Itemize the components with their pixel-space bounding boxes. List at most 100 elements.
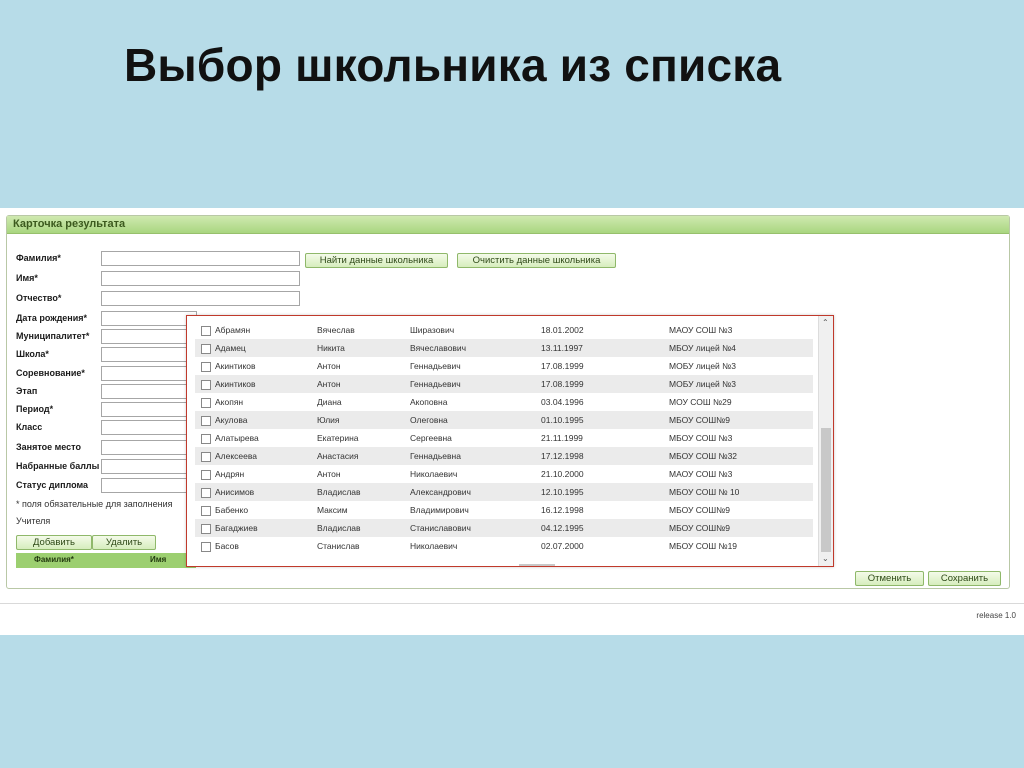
student-cell: МБОУ СОШ№9 bbox=[669, 523, 730, 533]
grid-column-name[interactable]: Имя bbox=[150, 555, 166, 564]
scrollbar-thumb[interactable] bbox=[821, 428, 831, 552]
student-cell: Владимирович bbox=[410, 505, 469, 515]
student-row[interactable]: Басов Станислав Николаевич 02.07.2000 МБОУ С… bbox=[195, 537, 813, 555]
horizontal-scrollbar-thumb[interactable] bbox=[519, 564, 555, 566]
save-button[interactable]: Сохранить bbox=[928, 571, 1001, 586]
vertical-scrollbar[interactable]: ⌃ ⌄ bbox=[818, 316, 833, 566]
student-cell: Ширазович bbox=[410, 325, 455, 335]
student-cell: 02.07.2000 bbox=[541, 541, 584, 551]
card-header: Карточка результата bbox=[7, 216, 1009, 234]
row-checkbox[interactable] bbox=[201, 470, 211, 480]
student-cell: Геннадьевич bbox=[410, 361, 461, 371]
student-cell: Николаевич bbox=[410, 541, 458, 551]
row-checkbox[interactable] bbox=[201, 434, 211, 444]
row-checkbox[interactable] bbox=[201, 416, 211, 426]
row-checkbox[interactable] bbox=[201, 344, 211, 354]
field-input[interactable] bbox=[101, 440, 197, 455]
student-row[interactable]: Алатырева Екатерина Сергеевна 21.11.1999 МБО… bbox=[195, 429, 813, 447]
field-input[interactable] bbox=[101, 366, 197, 381]
row-checkbox[interactable] bbox=[201, 362, 211, 372]
field-input[interactable] bbox=[101, 459, 197, 474]
field-label: Муниципалитет* bbox=[16, 331, 90, 341]
field-input[interactable] bbox=[101, 347, 197, 362]
row-checkbox[interactable] bbox=[201, 380, 211, 390]
field-label: Класс bbox=[16, 422, 43, 432]
student-cell: 01.10.1995 bbox=[541, 415, 584, 425]
student-cell: МБОУ СОШ №19 bbox=[669, 541, 738, 551]
add-teacher-button[interactable]: Добавить bbox=[16, 535, 92, 550]
find-student-button[interactable]: Найти данные школьника bbox=[305, 253, 448, 268]
student-cell: Акопян bbox=[215, 397, 244, 407]
student-cell: Вячеслав bbox=[317, 325, 355, 335]
delete-teacher-button[interactable]: Удалить bbox=[92, 535, 156, 550]
student-list-popup: Абрамян Вячеслав Ширазович 18.01.2002 МАОУ С… bbox=[186, 315, 834, 567]
student-cell: Акоповна bbox=[410, 397, 448, 407]
student-cell: Акинтиков bbox=[215, 361, 256, 371]
field-input[interactable] bbox=[101, 478, 197, 493]
student-cell: Никита bbox=[317, 343, 345, 353]
student-cell: МБОУ лицей №4 bbox=[669, 343, 736, 353]
student-row[interactable]: Багаджиев Владислав Станиславович 04.12.199… bbox=[195, 519, 813, 537]
row-checkbox[interactable] bbox=[201, 506, 211, 516]
student-row[interactable]: Андрян Антон Николаевич 21.10.2000 МАОУ СОШ … bbox=[195, 465, 813, 483]
student-row[interactable]: Акопян Диана Акоповна 03.04.1996 МОУ СОШ №29 bbox=[195, 393, 813, 411]
student-cell: 16.12.1998 bbox=[541, 505, 584, 515]
student-row[interactable]: Анисимов Владислав Александрович 12.10.1995… bbox=[195, 483, 813, 501]
clear-student-button[interactable]: Очистить данные школьника bbox=[457, 253, 616, 268]
student-row[interactable]: Акинтиков Антон Геннадьевич 17.08.1999 МОБУ … bbox=[195, 357, 813, 375]
grid-column-surname[interactable]: Фамилия* bbox=[34, 555, 74, 564]
student-row[interactable]: Акулова Юлия Олеговна 01.10.1995 МБОУ СОШ№9 bbox=[195, 411, 813, 429]
student-row[interactable]: Абрамян Вячеслав Ширазович 18.01.2002 МАОУ С… bbox=[195, 321, 813, 339]
field-input[interactable] bbox=[101, 420, 197, 435]
student-cell: Акулова bbox=[215, 415, 248, 425]
student-row[interactable]: Адамец Никита Вячеславович 13.11.1997 МБОУ л… bbox=[195, 339, 813, 357]
student-row[interactable]: Акинтиков Антон Геннадьевич 17.08.1999 МОБУ … bbox=[195, 375, 813, 393]
student-cell: Александрович bbox=[410, 487, 471, 497]
teachers-label: Учителя bbox=[16, 516, 51, 526]
row-checkbox[interactable] bbox=[201, 488, 211, 498]
student-cell: Владислав bbox=[317, 523, 361, 533]
student-cell: Станиславович bbox=[410, 523, 471, 533]
field-input[interactable] bbox=[101, 251, 300, 266]
student-cell: 13.11.1997 bbox=[541, 343, 583, 353]
student-cell: Андрян bbox=[215, 469, 245, 479]
field-label: Занятое место bbox=[16, 442, 81, 452]
student-cell: 04.12.1995 bbox=[541, 523, 584, 533]
field-label: Дата рождения* bbox=[16, 313, 88, 323]
teachers-grid-header: Фамилия* Имя bbox=[16, 553, 196, 568]
row-checkbox[interactable] bbox=[201, 524, 211, 534]
field-label: Этап bbox=[16, 386, 38, 396]
scroll-down-icon[interactable]: ⌄ bbox=[822, 554, 829, 563]
row-checkbox[interactable] bbox=[201, 398, 211, 408]
student-cell: Анастасия bbox=[317, 451, 359, 461]
field-input[interactable] bbox=[101, 384, 197, 399]
cancel-button[interactable]: Отменить bbox=[855, 571, 924, 586]
student-cell: МБОУ СОШ№9 bbox=[669, 415, 730, 425]
slide-title: Выбор школьника из списка bbox=[124, 39, 782, 91]
field-label: Соревнование* bbox=[16, 368, 85, 378]
field-input[interactable] bbox=[101, 402, 197, 417]
student-cell: МОБУ лицей №3 bbox=[669, 361, 736, 371]
field-input[interactable] bbox=[101, 311, 197, 326]
student-cell: Геннадьевна bbox=[410, 451, 461, 461]
field-label: Отчество* bbox=[16, 293, 62, 303]
student-cell: Абрамян bbox=[215, 325, 251, 335]
student-cell: Анисимов bbox=[215, 487, 255, 497]
field-label: Статус диплома bbox=[16, 480, 89, 490]
field-input[interactable] bbox=[101, 271, 300, 286]
scroll-up-icon[interactable]: ⌃ bbox=[822, 318, 829, 327]
row-checkbox[interactable] bbox=[201, 326, 211, 336]
student-cell: Антон bbox=[317, 361, 341, 371]
field-label: Школа* bbox=[16, 349, 49, 359]
field-input[interactable] bbox=[101, 329, 197, 344]
student-cell: 17.08.1999 bbox=[541, 361, 584, 371]
footer-divider bbox=[0, 603, 1024, 604]
student-row[interactable]: Алексеева Анастасия Геннадьевна 17.12.1998 М… bbox=[195, 447, 813, 465]
field-input[interactable] bbox=[101, 291, 300, 306]
row-checkbox[interactable] bbox=[201, 452, 211, 462]
row-checkbox[interactable] bbox=[201, 542, 211, 552]
student-cell: Геннадьевич bbox=[410, 379, 461, 389]
student-cell: Антон bbox=[317, 469, 341, 479]
student-cell: МБОУ СОШ № 10 bbox=[669, 487, 740, 497]
student-row[interactable]: Бабенко Максим Владимирович 16.12.1998 МБОУ … bbox=[195, 501, 813, 519]
